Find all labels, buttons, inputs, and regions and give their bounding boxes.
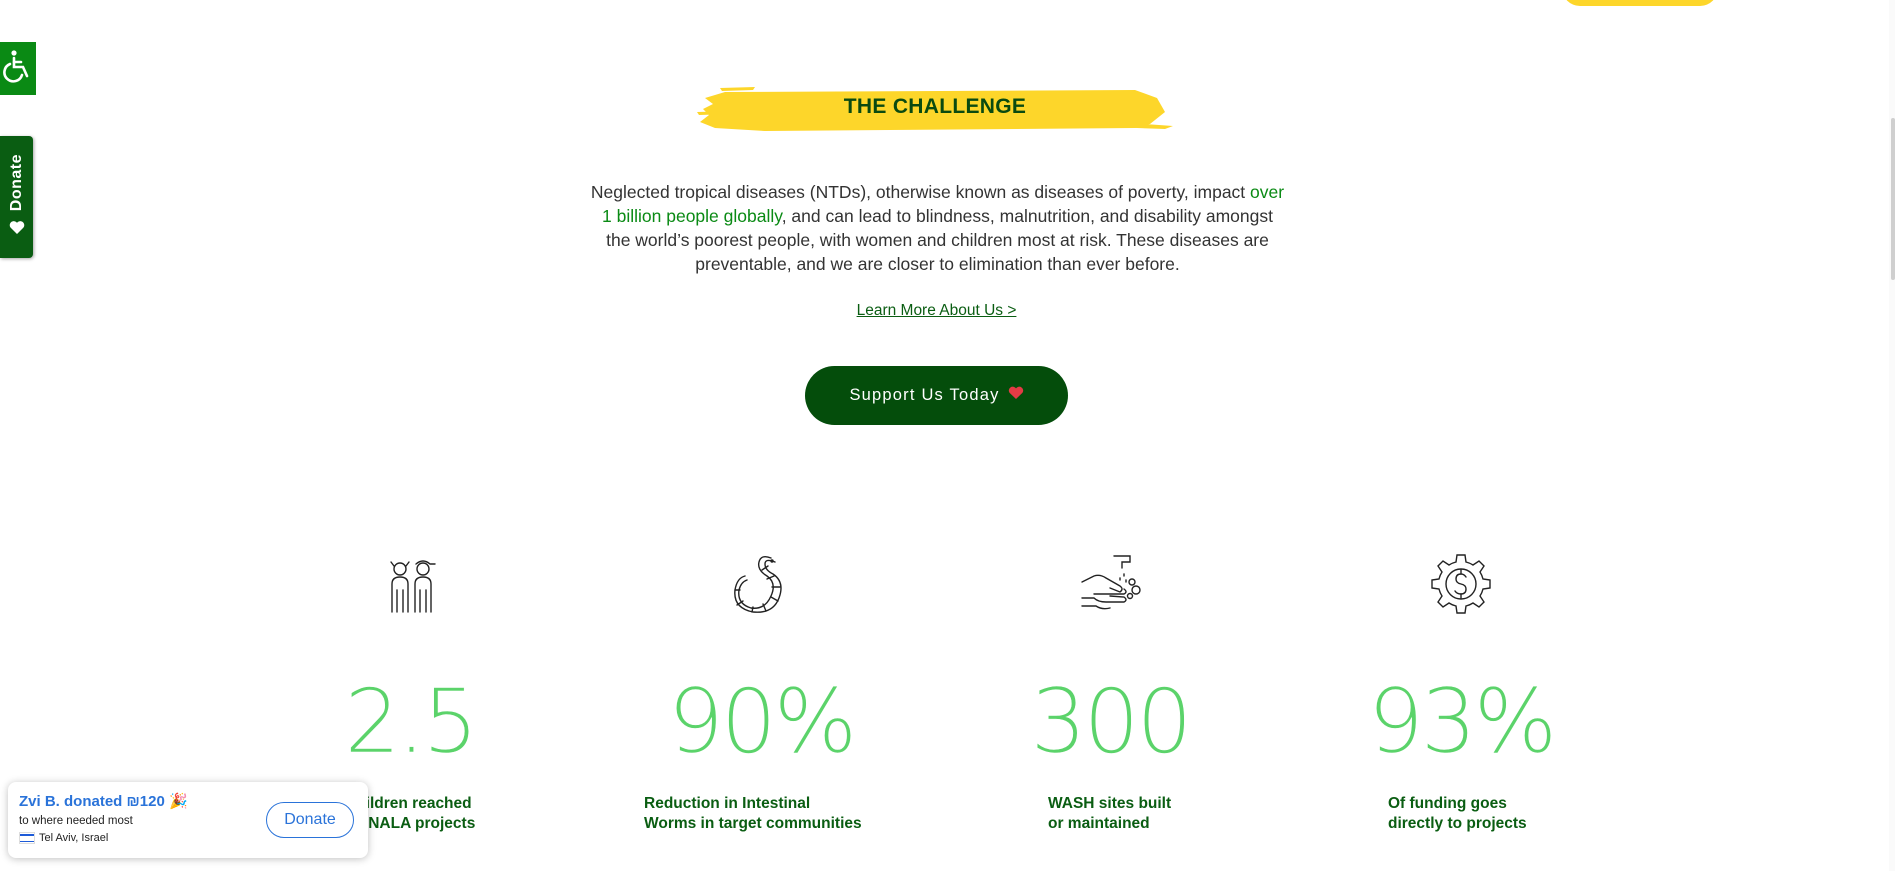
support-button-label: Support Us Today: [849, 386, 1000, 404]
location-text: Tel Aviv, Israel: [39, 832, 109, 844]
scrollbar[interactable]: [1889, 0, 1895, 871]
stat-label-line1: WASH sites built: [1048, 795, 1172, 812]
stat-label-worms: Reduction in Intestinal Worms in target …: [644, 794, 862, 834]
stat-label-line2: or maintained: [1048, 815, 1150, 832]
notification-title: Zvi B. donated ₪120 🎉: [19, 793, 188, 810]
dollar-gear-icon: [1430, 552, 1492, 614]
heart-icon: [1008, 386, 1024, 405]
scrollbar-thumb[interactable]: [1891, 118, 1895, 280]
israel-flag-icon: [19, 832, 35, 844]
accessibility-button[interactable]: [0, 42, 36, 95]
children-icon: [381, 552, 443, 614]
stat-number-children: 2.5: [344, 670, 478, 774]
stat-label-funding: Of funding goes directly to projects: [1388, 794, 1527, 834]
stat-label-wash: WASH sites built or maintained: [1048, 794, 1171, 834]
header-cta-pill[interactable]: [1562, 0, 1718, 6]
notification-location: Tel Aviv, Israel: [19, 832, 108, 844]
intro-text-part1: Neglected tropical diseases (NTDs), othe…: [590, 182, 1251, 202]
stat-number-worms: 90%: [667, 670, 857, 774]
wheelchair-icon: [3, 49, 33, 88]
handwash-icon: [1080, 552, 1142, 614]
stat-number-wash: 300: [1030, 670, 1192, 774]
stat-label-line2: Worms in target communities: [644, 815, 862, 832]
stat-number-funding: 93%: [1367, 670, 1557, 774]
challenge-title: THE CHALLENGE: [843, 95, 1027, 118]
heart-icon: [9, 220, 25, 240]
side-donate-tab[interactable]: Donate: [0, 136, 33, 258]
learn-more-link[interactable]: Learn More About Us >: [0, 302, 1873, 320]
donation-notification: Zvi B. donated ₪120 🎉 to where needed mo…: [8, 782, 368, 858]
notification-subtitle: to where needed most: [19, 815, 133, 827]
challenge-heading: THE CHALLENGE: [695, 82, 1175, 136]
worm-icon: [731, 552, 793, 614]
stat-label-line1: Reduction in Intestinal: [644, 795, 811, 812]
toast-donate-button[interactable]: Donate: [266, 802, 354, 838]
side-donate-label: Donate: [7, 154, 25, 212]
challenge-intro: Neglected tropical diseases (NTDs), othe…: [590, 180, 1285, 276]
stat-label-line1: Of funding goes: [1388, 795, 1507, 812]
stat-label-line2: directly to projects: [1388, 815, 1527, 832]
support-us-button[interactable]: Support Us Today: [805, 366, 1068, 425]
